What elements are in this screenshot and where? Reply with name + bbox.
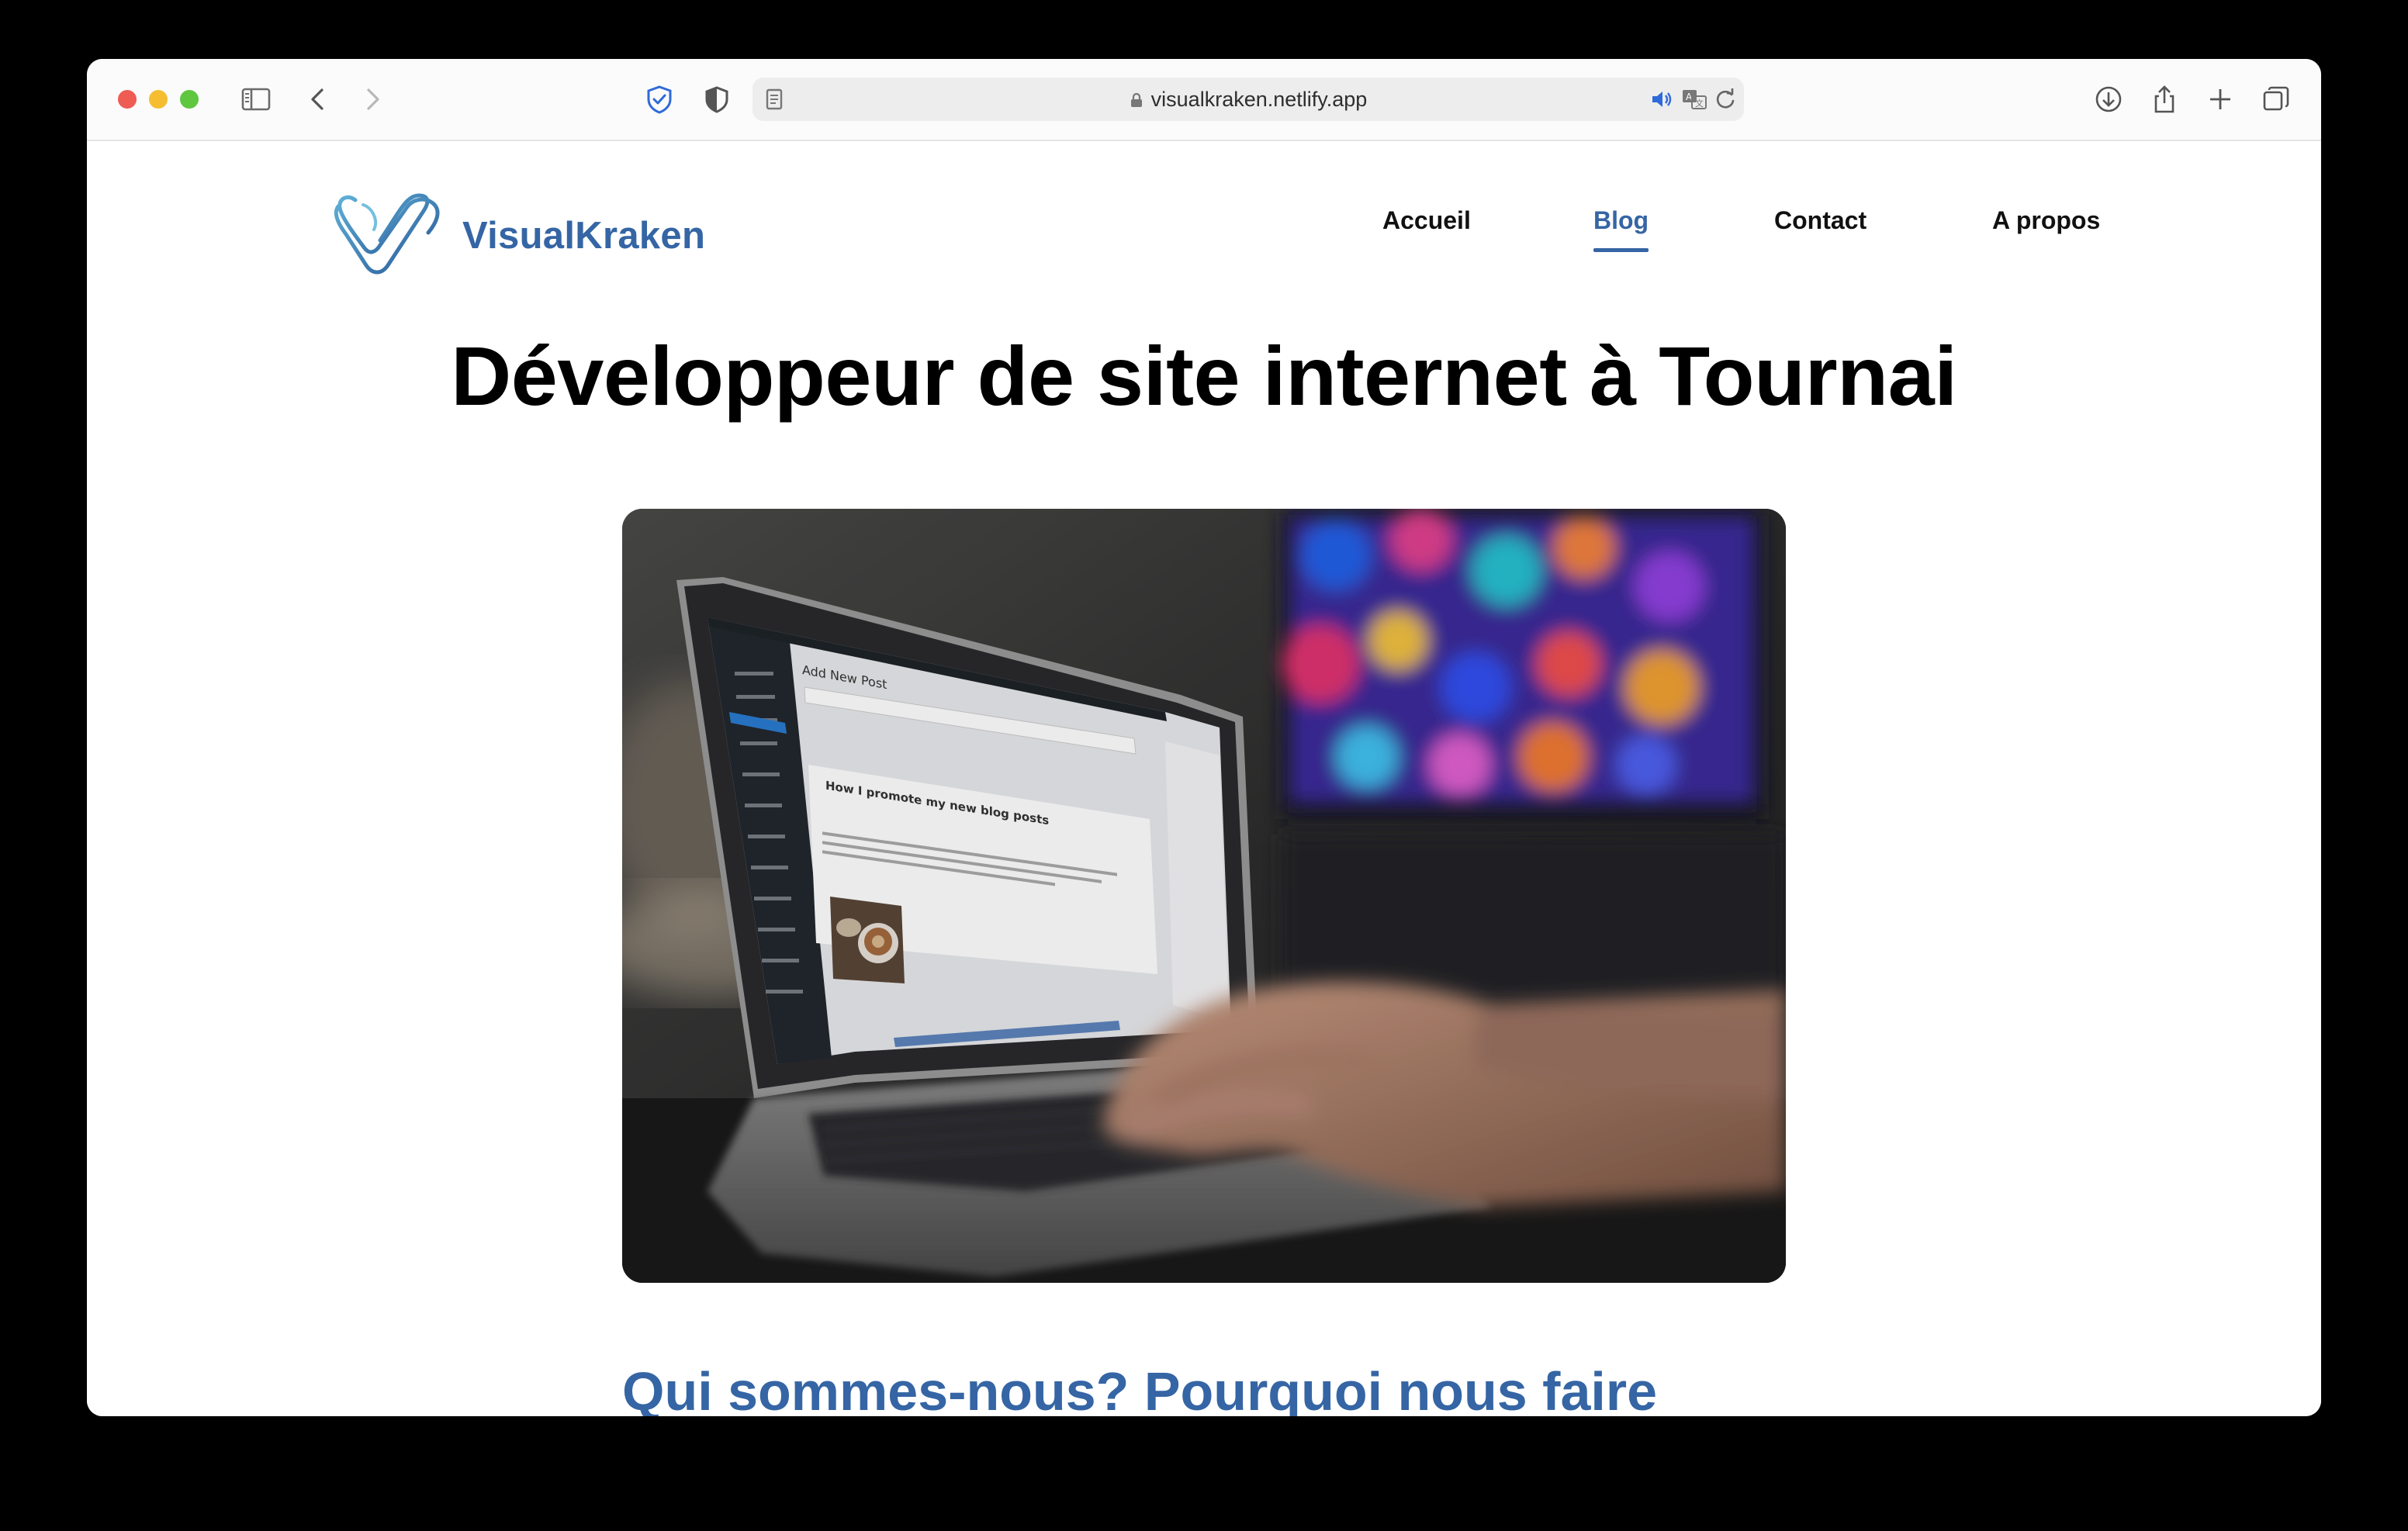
back-icon[interactable] [298,79,338,119]
hero-image: Add New Post How I promote my new blog p… [622,509,1786,1283]
svg-text:文: 文 [1695,98,1704,109]
privacy-shield-icon[interactable] [639,79,680,119]
forward-icon[interactable] [352,79,393,119]
browser-window: visualkraken.netlify.app A文 VisualKraken… [87,59,2321,1416]
new-tab-icon[interactable] [2200,79,2240,119]
nav-accueil[interactable]: Accueil [1382,206,1471,235]
audio-playing-icon[interactable] [1645,79,1679,119]
nav-contact[interactable]: Contact [1774,206,1867,235]
share-icon[interactable] [2144,79,2185,119]
browser-toolbar: visualkraken.netlify.app A文 [87,59,2321,141]
zoom-window-button[interactable] [180,90,199,109]
address-bar[interactable]: visualkraken.netlify.app A文 [752,78,1744,121]
tab-overview-icon[interactable] [2256,79,2296,119]
reload-icon[interactable] [1708,79,1742,119]
translate-icon[interactable]: A文 [1677,79,1711,119]
sidebar-toggle-icon[interactable] [236,79,276,119]
kraken-logo-icon [334,193,440,275]
url-text: visualkraken.netlify.app [1150,88,1368,111]
page-title: Développeur de site internet à Tournai [451,329,1957,423]
minimize-window-button[interactable] [149,90,168,109]
site-logo[interactable]: VisualKraken [332,189,705,282]
tracking-shield-icon[interactable] [697,79,737,119]
lock-icon [1130,92,1142,107]
brand-name: VisualKraken [462,215,706,257]
downloads-icon[interactable] [2088,79,2129,119]
section-heading: Qui sommes-nous? Pourquoi nous faire [622,1361,1657,1416]
url-display[interactable]: visualkraken.netlify.app [752,78,1744,121]
nav-a-propos[interactable]: A propos [1992,206,2100,235]
web-page: VisualKraken Accueil Blog Contact A prop… [87,143,2321,1416]
close-window-button[interactable] [118,90,137,109]
nav-blog[interactable]: Blog [1593,206,1649,252]
